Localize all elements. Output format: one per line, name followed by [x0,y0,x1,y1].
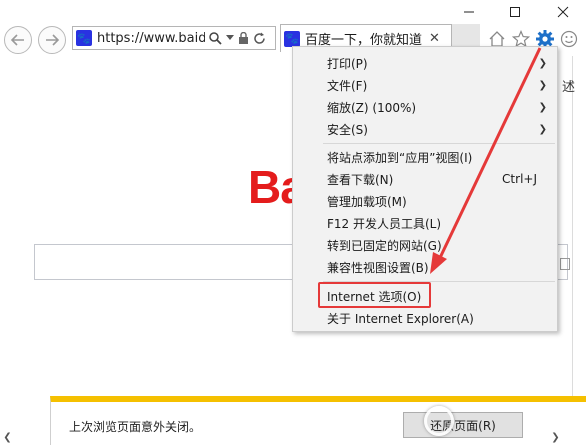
submenu-arrow-icon: ❯ [538,123,547,135]
menu-item-safety[interactable]: 安全(S) ❯ [293,118,557,140]
menu-separator [323,143,555,144]
smiley-icon[interactable] [558,28,580,50]
watermark-logo [424,396,586,445]
page-link-text[interactable]: 述 [562,76,575,95]
menu-item-manage-addons[interactable]: 管理加载项(M) [293,190,557,212]
search-icon[interactable] [209,31,222,45]
tab-close-icon[interactable]: ✕ [429,31,440,46]
watermark-circle-icon [424,405,454,436]
minimize-icon[interactable] [452,0,486,24]
menu-item-file[interactable]: 文件(F) ❯ [293,74,557,96]
page-divider [572,56,573,436]
scroll-left-icon[interactable]: ❮ [0,430,15,445]
dropdown-icon[interactable] [226,35,234,41]
annotation-highlight-box [318,282,431,308]
refresh-icon[interactable] [253,32,266,45]
menu-item-view-downloads[interactable]: 查看下载(N) Ctrl+J [293,168,557,190]
title-bar [0,0,586,24]
close-icon[interactable] [546,0,580,24]
menu-item-dev-tools[interactable]: F12 开发人员工具(L) [293,212,557,234]
menu-shortcut: Ctrl+J [502,172,537,186]
lock-icon[interactable] [238,31,249,45]
baidu-favicon-icon: 🐾 [76,30,92,46]
camera-search-icon[interactable] [560,258,570,270]
back-icon[interactable] [4,26,32,54]
menu-item-print[interactable]: 打印(P) ❯ [293,52,557,74]
menu-item-about-ie[interactable]: 关于 Internet Explorer(A) [293,307,557,329]
submenu-arrow-icon: ❯ [538,57,547,69]
forward-icon[interactable] [38,26,66,54]
maximize-icon[interactable] [498,0,532,24]
submenu-arrow-icon: ❯ [538,79,547,91]
menu-item-pinned-sites[interactable]: 转到已固定的网站(G) [293,234,557,256]
menu-item-add-to-apps[interactable]: 将站点添加到“应用”视图(I) [293,146,557,168]
submenu-arrow-icon: ❯ [538,101,547,113]
url-text[interactable]: https://www.baid... [97,31,205,46]
address-bar[interactable]: 🐾 https://www.baid... [72,26,276,50]
baidu-favicon-icon: 🐾 [284,30,300,47]
menu-item-zoom[interactable]: 缩放(Z) (100%) ❯ [293,96,557,118]
menu-item-compat-view[interactable]: 兼容性视图设置(B) [293,256,557,278]
